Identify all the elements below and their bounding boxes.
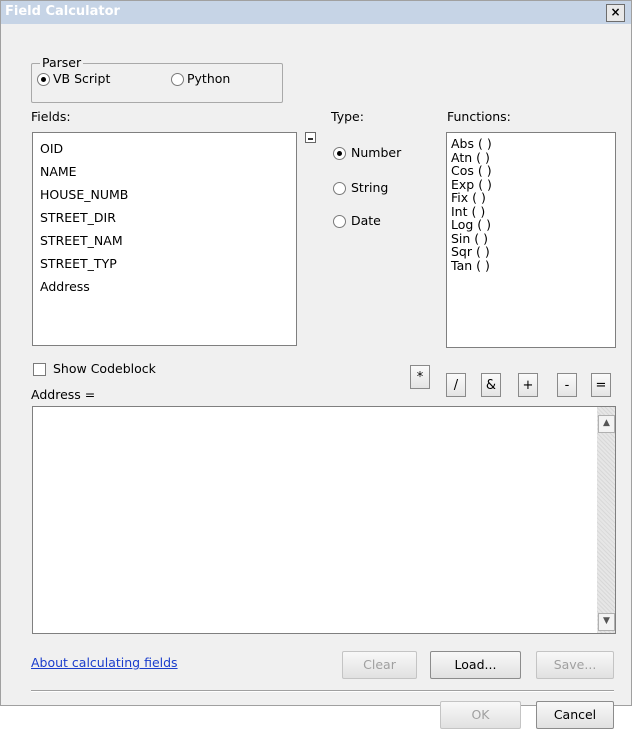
function-list-item[interactable]: Exp ( ) [447, 177, 615, 192]
operator-divide-button[interactable]: / [446, 373, 466, 397]
expression-textarea[interactable]: ▲ ▼ [32, 406, 616, 634]
type-label: Type: [331, 109, 364, 124]
radio-python-label: Python [187, 71, 231, 86]
functions-label: Functions: [447, 109, 511, 124]
radio-vbscript-label: VB Script [53, 71, 111, 86]
separator [31, 690, 614, 692]
functions-listbox[interactable]: Abs ( ) Atn ( ) Cos ( ) Exp ( ) Fix ( ) Int (… [446, 132, 616, 348]
load-button[interactable]: Load... [430, 651, 521, 679]
field-list-item[interactable]: STREET_TYP [33, 252, 296, 275]
function-list-item[interactable]: Cos ( ) [447, 164, 615, 178]
function-list-item[interactable]: Sqr ( ) [447, 245, 615, 259]
operator-equals-button[interactable]: = [591, 373, 611, 397]
show-codeblock-label: Show Codeblock [53, 361, 156, 376]
radio-type-date[interactable] [333, 215, 346, 228]
expression-label: Address = [31, 387, 96, 402]
radio-type-number-label: Number [351, 145, 402, 160]
close-icon[interactable]: × [606, 4, 625, 22]
function-list-item[interactable]: Log ( ) [447, 218, 615, 232]
scroll-up-arrow-icon[interactable]: ▲ [598, 415, 615, 433]
operator-minus-button[interactable]: - [557, 373, 577, 397]
function-list-item[interactable]: Tan ( ) [447, 258, 615, 273]
field-list-item[interactable]: STREET_DIR [33, 206, 296, 229]
field-list-item[interactable]: NAME [33, 160, 296, 183]
field-list-item[interactable]: Address [33, 275, 296, 298]
show-codeblock-checkbox[interactable] [33, 363, 46, 376]
field-list-item[interactable]: STREET_NAM [33, 229, 296, 252]
window-title: Field Calculator [5, 4, 120, 19]
radio-python[interactable] [171, 73, 184, 86]
radio-type-date-label: Date [351, 213, 381, 228]
function-list-item[interactable]: Fix ( ) [447, 191, 615, 205]
operator-concat-button[interactable]: & [481, 373, 501, 397]
field-list-item[interactable]: HOUSE_NUMB [33, 183, 296, 206]
function-list-item[interactable]: Int ( ) [447, 204, 615, 219]
clear-button[interactable]: Clear [342, 651, 417, 679]
scroll-down-arrow-icon[interactable]: ▼ [598, 613, 615, 631]
about-calculating-fields-link[interactable]: About calculating fields [31, 655, 178, 670]
ok-button[interactable]: OK [440, 701, 521, 729]
cancel-button[interactable]: Cancel [536, 701, 614, 729]
title-bar: Field Calculator × [1, 1, 631, 24]
operator-plus-button[interactable]: + [518, 373, 538, 397]
radio-type-number[interactable] [333, 147, 346, 160]
expression-scrollbar[interactable]: ▲ ▼ [597, 407, 615, 633]
parser-legend: Parser [40, 55, 84, 70]
field-list-item[interactable]: OID [33, 137, 296, 160]
operator-multiply-button[interactable]: * [410, 365, 430, 389]
function-list-item[interactable]: Sin ( ) [447, 231, 615, 246]
save-button[interactable]: Save... [536, 651, 614, 679]
function-list-item[interactable]: Abs ( ) [447, 137, 615, 151]
fields-listbox[interactable]: OID NAME HOUSE_NUMB STREET_DIR STREET_NAM STR… [32, 132, 297, 346]
resize-grip-icon[interactable] [305, 132, 316, 143]
fields-label: Fields: [31, 109, 71, 124]
radio-type-string[interactable] [333, 182, 346, 195]
radio-vbscript[interactable] [37, 73, 50, 86]
field-calculator-dialog: Field Calculator × Parser VB Script Pyth… [0, 0, 632, 729]
radio-type-string-label: String [351, 180, 389, 195]
function-list-item[interactable]: Atn ( ) [447, 150, 615, 165]
